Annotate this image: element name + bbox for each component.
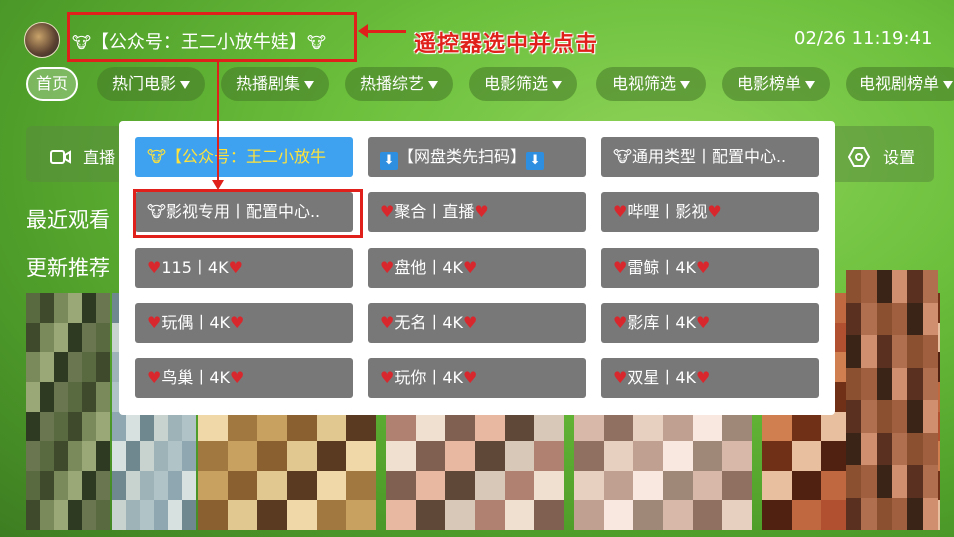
tab-item[interactable]: 电视筛选 xyxy=(596,67,706,101)
source-option-label: 聚合丨直播 xyxy=(394,202,475,221)
heart-icon: ♥ xyxy=(380,258,395,277)
heart-icon: ♥ xyxy=(147,258,162,277)
settings-hexagon-icon xyxy=(847,147,871,167)
tab-item[interactable]: 电影筛选 xyxy=(469,67,577,101)
source-option-label: 【网盘类先扫码】 xyxy=(398,147,527,166)
filter-icon xyxy=(943,80,953,89)
heart-icon: ♥ xyxy=(463,368,478,387)
source-title-button[interactable]: 🐮【公众号：王二小放牛娃】🐮 xyxy=(72,28,326,54)
source-option[interactable]: 🐮通用类型丨配置中心.. xyxy=(601,137,819,177)
heart-icon: ♥ xyxy=(147,313,162,332)
avatar[interactable] xyxy=(24,22,60,58)
cow-icon: 🐮 xyxy=(147,147,166,166)
heart-icon: ♥ xyxy=(474,202,489,221)
live-label: 直播 xyxy=(83,148,116,167)
tab-label: 热播剧集 xyxy=(235,74,300,93)
live-button[interactable]: 直播 xyxy=(50,144,115,168)
heart-icon: ♥ xyxy=(613,368,628,387)
tab-label: 电影筛选 xyxy=(483,74,548,93)
source-option-label: 玩你丨4K xyxy=(394,368,464,387)
annotation-highlight-box xyxy=(133,189,363,238)
annotation-arrow-icon xyxy=(212,180,224,190)
source-option-label: 盘他丨4K xyxy=(394,258,464,277)
tab-item[interactable]: 热播剧集 xyxy=(221,67,329,101)
heart-icon: ♥ xyxy=(147,368,162,387)
heart-icon: ♥ xyxy=(380,313,395,332)
poster-thumbnail[interactable] xyxy=(26,293,110,530)
source-option-label: 通用类型丨配置中心.. xyxy=(631,147,787,166)
poster-thumbnail[interactable] xyxy=(846,270,938,530)
download-arrow-icon: ⬇ xyxy=(526,152,545,170)
source-option[interactable]: ♥玩偶丨4K♥ xyxy=(135,303,353,343)
heart-icon: ♥ xyxy=(380,368,395,387)
annotation-text: 遥控器选中并点击 xyxy=(414,32,599,57)
heart-icon: ♥ xyxy=(463,313,478,332)
tab-label: 电视筛选 xyxy=(611,74,676,93)
annotation-arrow-line xyxy=(217,62,219,182)
heart-icon: ♥ xyxy=(613,313,628,332)
source-option-label: 115丨4K xyxy=(161,258,229,277)
settings-button[interactable]: 设置 xyxy=(847,144,916,168)
source-option-label: 双星丨4K xyxy=(627,368,697,387)
source-option[interactable]: ♥双星丨4K♥ xyxy=(601,358,819,398)
heart-icon: ♥ xyxy=(696,313,711,332)
source-option-label: 无名丨4K xyxy=(394,313,464,332)
source-option-label: 哔哩丨影视 xyxy=(627,202,708,221)
source-option[interactable]: ♥无名丨4K♥ xyxy=(368,303,586,343)
source-option[interactable]: ⬇ 【网盘类先扫码】 ⬇ xyxy=(368,137,586,177)
source-option[interactable]: ♥115丨4K♥ xyxy=(135,248,353,288)
heart-icon: ♥ xyxy=(230,313,245,332)
source-option[interactable]: ♥哔哩丨影视♥ xyxy=(601,192,819,232)
source-option[interactable]: ♥鸟巢丨4K♥ xyxy=(135,358,353,398)
source-title-label: 【公众号：王二小放牛娃】 xyxy=(90,32,307,53)
source-option-label: 鸟巢丨4K xyxy=(161,368,231,387)
tab-item[interactable]: 电影榜单 xyxy=(722,67,830,101)
tab-label: 首页 xyxy=(35,74,68,93)
filter-icon xyxy=(428,80,438,89)
heart-icon: ♥ xyxy=(613,202,628,221)
annotation-arrow-icon xyxy=(358,24,406,38)
source-option-label: 玩偶丨4K xyxy=(161,313,231,332)
filter-icon xyxy=(805,80,815,89)
cow-icon: 🐮 xyxy=(72,33,91,52)
heart-icon: ♥ xyxy=(463,258,478,277)
tab-item[interactable]: 热播综艺 xyxy=(345,67,453,101)
download-arrow-icon: ⬇ xyxy=(380,152,398,170)
tab-label: 电影榜单 xyxy=(736,74,801,93)
video-camera-icon xyxy=(50,150,71,164)
tab-item[interactable]: 热门电影 xyxy=(97,67,205,101)
clock: 02/26 11:19:41 xyxy=(794,28,933,49)
heart-icon: ♥ xyxy=(696,368,711,387)
cow-icon: 🐮 xyxy=(306,33,326,52)
filter-icon xyxy=(180,80,190,89)
cow-icon: 🐮 xyxy=(613,147,632,166)
filter-icon xyxy=(680,80,690,89)
source-option-label: 影库丨4K xyxy=(627,313,697,332)
tab-label: 热门电影 xyxy=(111,74,176,93)
source-option[interactable]: ♥影库丨4K♥ xyxy=(601,303,819,343)
heart-icon: ♥ xyxy=(696,258,711,277)
heart-icon: ♥ xyxy=(230,368,245,387)
heart-icon: ♥ xyxy=(613,258,628,277)
filter-icon xyxy=(304,80,314,89)
heart-icon: ♥ xyxy=(707,202,722,221)
tab-item[interactable]: 首页 xyxy=(26,67,78,101)
tab-item[interactable]: 电视剧榜单 xyxy=(846,67,954,101)
source-option[interactable]: ♥盘他丨4K♥ xyxy=(368,248,586,288)
source-picker-dialog: 🐮【公众号：王二小放牛 ⬇ 【网盘类先扫码】 ⬇ 🐮通用类型丨配置中心.. 🐮影视专用丨配… xyxy=(119,121,835,415)
source-option[interactable]: ♥聚合丨直播♥ xyxy=(368,192,586,232)
source-option-label: 雷鲸丨4K xyxy=(627,258,697,277)
filter-icon xyxy=(552,80,562,89)
source-option[interactable]: ♥雷鲸丨4K♥ xyxy=(601,248,819,288)
source-option[interactable]: 🐮【公众号：王二小放牛 xyxy=(135,137,353,177)
source-option-label: 【公众号：王二小放牛 xyxy=(165,147,326,166)
recommend-section-title: 更新推荐 xyxy=(26,256,110,280)
settings-label: 设置 xyxy=(883,148,916,167)
tab-label: 热播综艺 xyxy=(359,74,424,93)
source-option[interactable]: ♥玩你丨4K♥ xyxy=(368,358,586,398)
recent-section-title: 最近观看 xyxy=(26,208,110,232)
heart-icon: ♥ xyxy=(228,258,243,277)
heart-icon: ♥ xyxy=(380,202,395,221)
tab-label: 电视剧榜单 xyxy=(858,74,939,93)
